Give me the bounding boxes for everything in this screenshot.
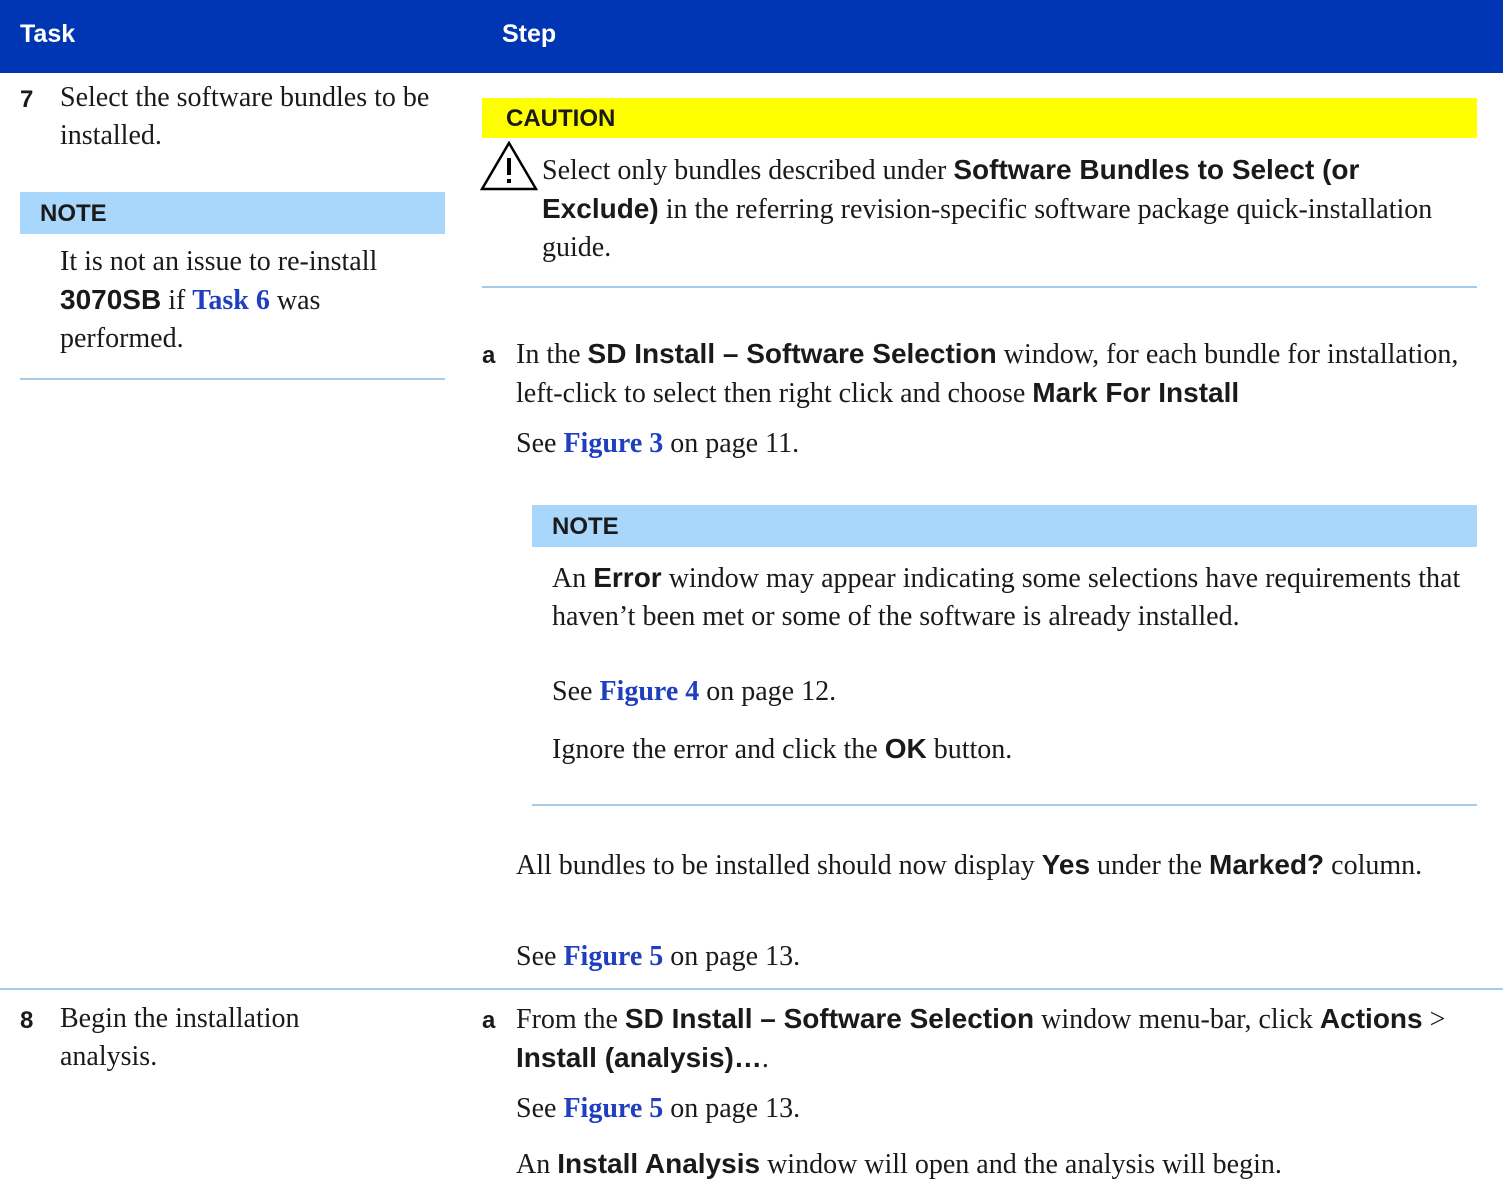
divider xyxy=(482,286,1477,288)
task-description: Begin the installation analysis. xyxy=(60,1003,300,1072)
figure-5-link[interactable]: Figure 5 xyxy=(563,1093,663,1124)
window-name: SD Install – Software Selection xyxy=(587,338,997,369)
result-text: All bundles to be installed should now d… xyxy=(516,849,1423,881)
menu-command: Install (analysis)… xyxy=(516,1042,762,1073)
menu-command: Mark For Install xyxy=(1032,377,1240,408)
task-description: Select the software bundles to be instal… xyxy=(60,82,430,151)
figure-reference: See Figure 3 on page 11. xyxy=(516,428,800,459)
note-body: An Error window may appear indicating so… xyxy=(552,562,1461,632)
figure-3-link[interactable]: Figure 3 xyxy=(563,428,663,459)
note-label: NOTE xyxy=(552,513,619,540)
figure-reference: See Figure 5 on page 13. xyxy=(516,1093,801,1124)
figure-4-link[interactable]: Figure 4 xyxy=(599,676,699,707)
step-column-header: Step xyxy=(502,20,557,48)
bundle-name: 3070SB xyxy=(60,284,162,315)
window-name: Install Analysis xyxy=(557,1148,761,1179)
figure-reference: See Figure 5 on page 13. xyxy=(516,941,801,972)
column-name: Marked? xyxy=(1209,849,1325,880)
caution-label: CAUTION xyxy=(506,105,616,132)
menu-name: Actions xyxy=(1319,1003,1423,1034)
divider xyxy=(20,378,445,380)
task-number: 8 xyxy=(20,1007,34,1034)
window-name: SD Install – Software Selection xyxy=(624,1003,1035,1034)
row-divider xyxy=(0,988,1503,990)
note-label: NOTE xyxy=(40,200,107,227)
step-text: In the SD Install – Software Selection w… xyxy=(516,338,1459,409)
column-value: Yes xyxy=(1041,849,1091,880)
divider xyxy=(532,804,1477,806)
figure-reference: See Figure 4 on page 12. xyxy=(552,676,837,707)
task-6-link[interactable]: Task 6 xyxy=(192,285,270,316)
warning-triangle-icon xyxy=(480,141,538,191)
note-instruction: Ignore the error and click the OK button… xyxy=(552,733,1013,765)
note-header: NOTE xyxy=(532,505,1477,547)
result-text: An Install Analysis window will open and… xyxy=(516,1148,1282,1180)
step-letter: a xyxy=(482,1007,496,1034)
task-column-header: Task xyxy=(20,20,76,48)
step-letter: a xyxy=(482,342,496,369)
step-text: From the SD Install – Software Selection… xyxy=(516,1003,1446,1074)
task-number: 7 xyxy=(20,86,34,113)
note-body: It is not an issue to re-install 3070SB … xyxy=(60,246,378,354)
caution-text: Select only bundles described under Soft… xyxy=(542,154,1433,263)
figure-5-link[interactable]: Figure 5 xyxy=(563,941,663,972)
button-name: OK xyxy=(884,733,927,764)
window-name: Error xyxy=(593,562,662,593)
caution-header: CAUTION xyxy=(482,98,1477,138)
table-header: Task Step xyxy=(0,0,1503,73)
note-header: NOTE xyxy=(20,192,445,234)
